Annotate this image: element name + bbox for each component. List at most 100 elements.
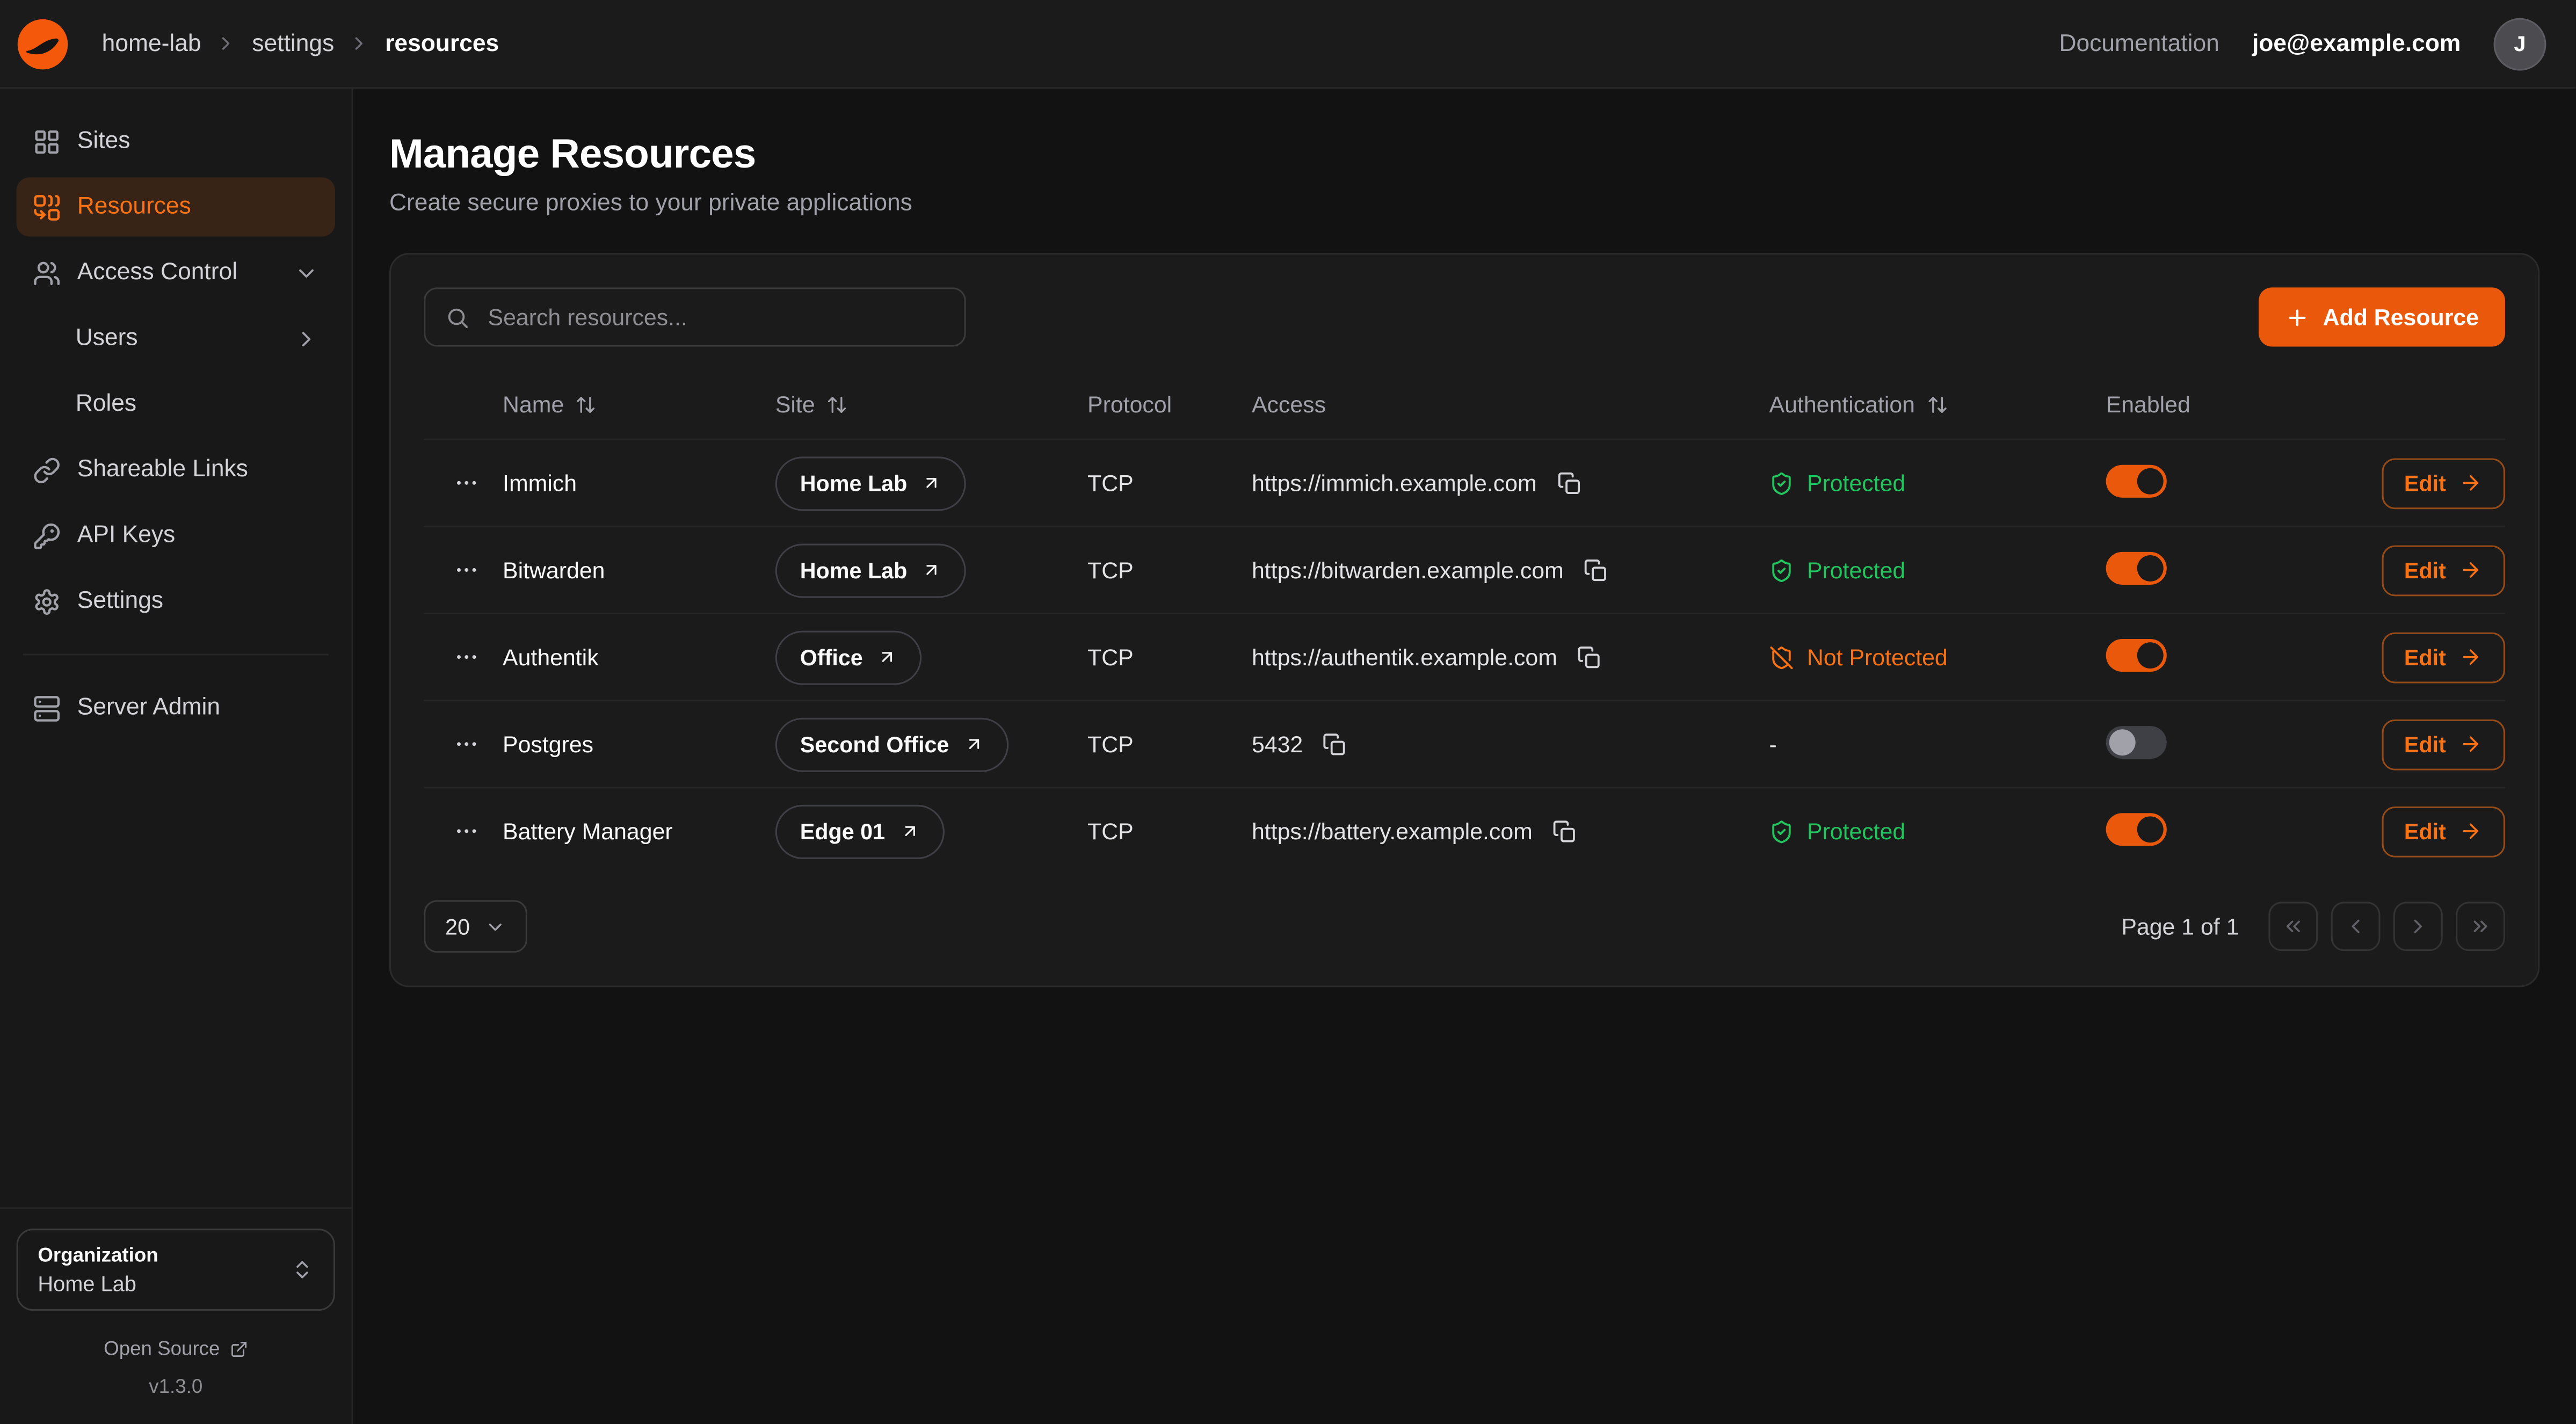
enabled-toggle[interactable]: [2106, 638, 2167, 671]
previous-page-button[interactable]: [2331, 902, 2381, 951]
sort-site-button[interactable]: [826, 394, 848, 415]
row-menu-button[interactable]: [444, 721, 490, 767]
site-link-button[interactable]: Second Office: [775, 717, 1008, 771]
resource-protocol: TCP: [1087, 731, 1252, 757]
row-menu-button[interactable]: [444, 547, 490, 593]
row-menu-button[interactable]: [444, 460, 490, 506]
copy-button[interactable]: [1319, 729, 1351, 760]
main-content: Manage Resources Create secure proxies t…: [353, 89, 2576, 1424]
page-subtitle: Create secure proxies to your private ap…: [389, 191, 2539, 217]
resource-access-url: https://battery.example.com: [1252, 818, 1533, 844]
sidebar-item-access-control[interactable]: Access Control: [17, 243, 335, 302]
copy-button[interactable]: [1574, 642, 1605, 673]
resource-name: Postgres: [503, 731, 775, 757]
arrow-right-icon: [2459, 819, 2482, 842]
sidebar-item-resources[interactable]: Resources: [17, 177, 335, 236]
table-row: Postgres Second Office TCP 5432: [424, 700, 2505, 787]
page-size-value: 20: [445, 914, 470, 939]
site-name: Second Office: [800, 732, 949, 757]
grid-icon: [33, 127, 61, 155]
organization-selector[interactable]: Organization Home Lab: [17, 1229, 335, 1311]
organization-name: Home Lab: [38, 1272, 158, 1296]
copy-button[interactable]: [1553, 467, 1584, 498]
resource-protocol: TCP: [1087, 470, 1252, 496]
breadcrumb-settings[interactable]: settings: [252, 31, 334, 57]
breadcrumb-resources: resources: [385, 31, 499, 57]
edit-label: Edit: [2404, 470, 2446, 495]
sort-authentication-button[interactable]: [1926, 394, 1948, 415]
sidebar-item-roles[interactable]: Roles: [17, 374, 335, 433]
app-logo-icon[interactable]: [13, 14, 72, 73]
open-source-link[interactable]: Open Source: [17, 1337, 335, 1360]
topbar: home-lab settings resources Documentatio…: [0, 0, 2576, 89]
table-row: Authentik Office TCP https://authentik.e…: [424, 613, 2505, 700]
table-row: Battery Manager Edge 01 TCP https://batt…: [424, 787, 2505, 874]
enabled-toggle[interactable]: [2106, 464, 2167, 497]
site-link-button[interactable]: Home Lab: [775, 543, 967, 597]
sidebar-item-users[interactable]: Users: [17, 309, 335, 368]
resource-access-url: https://immich.example.com: [1252, 470, 1537, 496]
edit-button[interactable]: Edit: [2381, 805, 2505, 856]
resource-name: Bitwarden: [503, 557, 775, 583]
sidebar-item-label: API Keys: [77, 522, 175, 549]
avatar[interactable]: J: [2494, 17, 2546, 70]
edit-button[interactable]: Edit: [2381, 631, 2505, 682]
add-resource-label: Add Resource: [2323, 304, 2479, 330]
sort-name-button[interactable]: [576, 394, 597, 415]
ellipsis-icon: [453, 644, 480, 670]
shield-check-icon: [1769, 819, 1794, 844]
combine-icon: [33, 193, 61, 221]
site-link-button[interactable]: Home Lab: [775, 456, 967, 510]
copy-button[interactable]: [1580, 554, 1611, 585]
search-input[interactable]: [484, 302, 945, 332]
shield-check-icon: [1769, 470, 1794, 495]
row-menu-button[interactable]: [444, 808, 490, 854]
chevrons-up-down-icon: [291, 1258, 314, 1281]
copy-button[interactable]: [1549, 816, 1580, 847]
documentation-link[interactable]: Documentation: [2059, 31, 2219, 57]
sidebar-item-shareable-links[interactable]: Shareable Links: [17, 440, 335, 499]
external-link-icon: [877, 647, 897, 667]
first-page-button[interactable]: [2268, 902, 2318, 951]
user-email[interactable]: joe@example.com: [2252, 31, 2461, 57]
server-icon: [33, 694, 61, 722]
copy-icon: [1583, 558, 1608, 583]
external-link-icon: [900, 822, 920, 841]
auth-status: Protected: [1807, 818, 1905, 844]
breadcrumb: home-lab settings resources: [102, 31, 499, 57]
next-page-button[interactable]: [2393, 902, 2443, 951]
chevron-right-icon: [216, 33, 237, 54]
users-icon: [33, 259, 61, 287]
arrow-right-icon: [2459, 732, 2482, 755]
arrow-right-icon: [2459, 471, 2482, 495]
enabled-toggle[interactable]: [2106, 812, 2167, 845]
ellipsis-icon: [453, 818, 480, 844]
column-header-authentication: Authentication: [1769, 391, 1915, 417]
enabled-toggle[interactable]: [2106, 725, 2167, 758]
sidebar-item-api-keys[interactable]: API Keys: [17, 506, 335, 565]
enabled-toggle[interactable]: [2106, 551, 2167, 584]
sidebar-item-label: Access Control: [77, 259, 237, 286]
chevron-right-icon: [349, 33, 371, 54]
edit-button[interactable]: Edit: [2381, 718, 2505, 769]
breadcrumb-home-lab[interactable]: home-lab: [102, 31, 201, 57]
copy-icon: [1323, 732, 1347, 757]
edit-button[interactable]: Edit: [2381, 544, 2505, 595]
resource-protocol: TCP: [1087, 557, 1252, 583]
column-header-enabled: Enabled: [2106, 391, 2190, 417]
table-row: Immich Home Lab TCP https://immich.examp…: [424, 439, 2505, 526]
row-menu-button[interactable]: [444, 634, 490, 680]
site-link-button[interactable]: Edge 01: [775, 804, 944, 858]
sidebar: Sites Resources Access Control: [0, 89, 353, 1424]
add-resource-button[interactable]: Add Resource: [2259, 287, 2505, 346]
sidebar-item-sites[interactable]: Sites: [17, 112, 335, 171]
sidebar-item-settings[interactable]: Settings: [17, 572, 335, 631]
edit-button[interactable]: Edit: [2381, 457, 2505, 508]
last-page-button[interactable]: [2456, 902, 2505, 951]
sidebar-item-server-admin[interactable]: Server Admin: [17, 678, 335, 737]
page-size-select[interactable]: 20: [424, 900, 527, 953]
site-link-button[interactable]: Office: [775, 630, 922, 684]
link-icon: [33, 456, 61, 484]
edit-label: Edit: [2404, 558, 2446, 583]
resource-access-port: 5432: [1252, 731, 1303, 757]
